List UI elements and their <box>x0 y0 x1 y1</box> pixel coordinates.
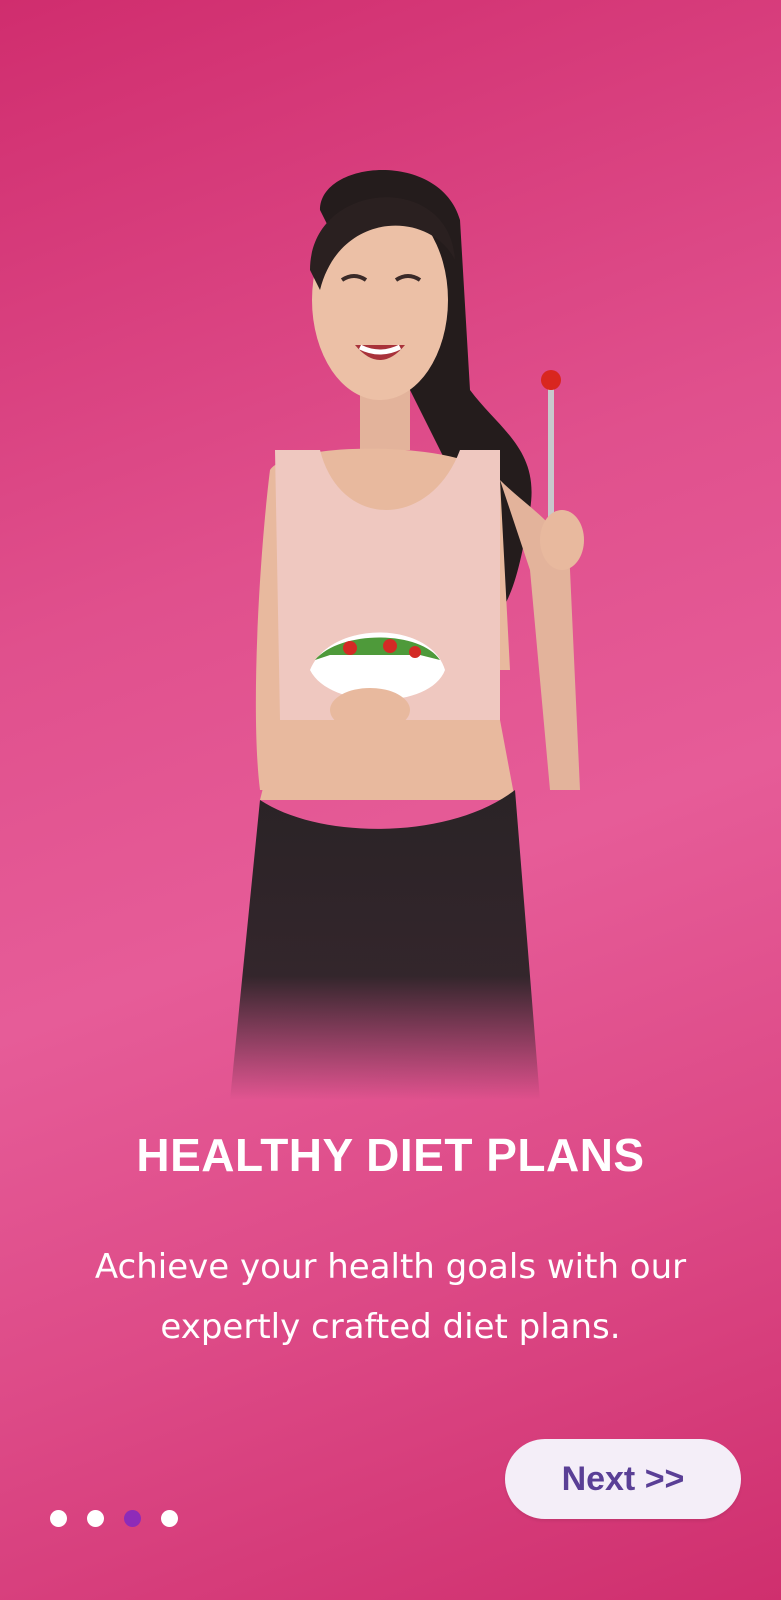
next-button[interactable]: Next >> <box>505 1439 741 1519</box>
page-dot-4[interactable] <box>161 1510 178 1527</box>
page-dot-2[interactable] <box>87 1510 104 1527</box>
onboarding-screen: HEALTHY DIET PLANS Achieve your health g… <box>0 0 781 1600</box>
page-dot-1[interactable] <box>50 1510 67 1527</box>
hero-image <box>170 150 610 1100</box>
page-dot-3-active[interactable] <box>124 1510 141 1527</box>
onboarding-description: Achieve your health goals with our exper… <box>94 1247 687 1347</box>
page-indicator <box>50 1510 178 1527</box>
onboarding-title: HEALTHY DIET PLANS <box>136 1129 645 1181</box>
